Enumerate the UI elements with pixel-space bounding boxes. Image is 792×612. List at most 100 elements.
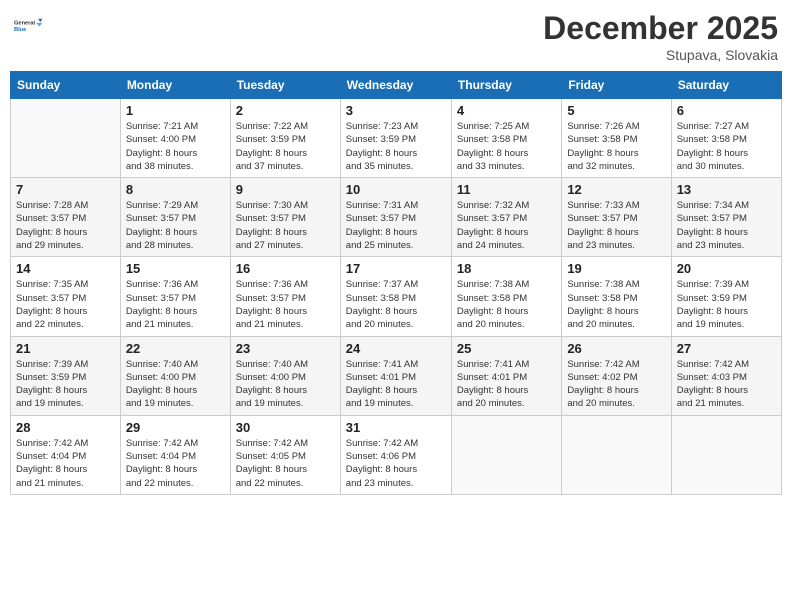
calendar-header-row: SundayMondayTuesdayWednesdayThursdayFrid… [11, 72, 782, 99]
page-header: GeneralBlue December 2025 Stupava, Slova… [10, 10, 782, 63]
calendar-cell: 4 Sunrise: 7:25 AM Sunset: 3:58 PM Daylig… [451, 99, 561, 178]
day-number: 27 [677, 341, 776, 356]
day-number: 8 [126, 182, 225, 197]
calendar-week-3: 14 Sunrise: 7:35 AM Sunset: 3:57 PM Dayli… [11, 257, 782, 336]
calendar-cell: 21 Sunrise: 7:39 AM Sunset: 3:59 PM Dayli… [11, 336, 121, 415]
calendar-cell: 30 Sunrise: 7:42 AM Sunset: 4:05 PM Dayli… [230, 415, 340, 494]
day-header-saturday: Saturday [671, 72, 781, 99]
day-number: 6 [677, 103, 776, 118]
day-number: 24 [346, 341, 446, 356]
day-info: Sunrise: 7:34 AM Sunset: 3:57 PM Dayligh… [677, 199, 776, 252]
calendar-cell: 29 Sunrise: 7:42 AM Sunset: 4:04 PM Dayli… [120, 415, 230, 494]
day-info: Sunrise: 7:42 AM Sunset: 4:04 PM Dayligh… [16, 437, 115, 490]
calendar-cell [451, 415, 561, 494]
day-number: 14 [16, 261, 115, 276]
day-number: 4 [457, 103, 556, 118]
day-number: 11 [457, 182, 556, 197]
calendar-cell: 18Sunrise: 7:38 AM Sunset: 3:58 PM Dayli… [451, 257, 561, 336]
day-number: 30 [236, 420, 335, 435]
day-number: 17 [346, 261, 446, 276]
location-subtitle: Stupava, Slovakia [543, 47, 778, 63]
day-header-sunday: Sunday [11, 72, 121, 99]
calendar-week-4: 21 Sunrise: 7:39 AM Sunset: 3:59 PM Dayli… [11, 336, 782, 415]
calendar-cell: 7 Sunrise: 7:28 AM Sunset: 3:57 PM Daylig… [11, 178, 121, 257]
calendar-cell: 11Sunrise: 7:32 AM Sunset: 3:57 PM Dayli… [451, 178, 561, 257]
day-info: Sunrise: 7:39 AM Sunset: 3:59 PM Dayligh… [16, 358, 115, 411]
calendar-cell [11, 99, 121, 178]
day-number: 25 [457, 341, 556, 356]
day-number: 3 [346, 103, 446, 118]
calendar-cell: 22 Sunrise: 7:40 AM Sunset: 4:00 PM Dayli… [120, 336, 230, 415]
calendar-cell: 1 Sunrise: 7:21 AM Sunset: 4:00 PM Daylig… [120, 99, 230, 178]
calendar-cell: 20Sunrise: 7:39 AM Sunset: 3:59 PM Dayli… [671, 257, 781, 336]
day-info: Sunrise: 7:38 AM Sunset: 3:58 PM Dayligh… [567, 278, 665, 331]
day-header-thursday: Thursday [451, 72, 561, 99]
calendar-cell [562, 415, 671, 494]
day-number: 28 [16, 420, 115, 435]
calendar-cell: 14 Sunrise: 7:35 AM Sunset: 3:57 PM Dayli… [11, 257, 121, 336]
calendar-cell [671, 415, 781, 494]
calendar-cell: 8 Sunrise: 7:29 AM Sunset: 3:57 PM Daylig… [120, 178, 230, 257]
calendar-cell: 15 Sunrise: 7:36 AM Sunset: 3:57 PM Dayli… [120, 257, 230, 336]
calendar-body: 1 Sunrise: 7:21 AM Sunset: 4:00 PM Daylig… [11, 99, 782, 495]
day-info: Sunrise: 7:21 AM Sunset: 4:00 PM Dayligh… [126, 120, 225, 173]
day-number: 18 [457, 261, 556, 276]
day-header-tuesday: Tuesday [230, 72, 340, 99]
day-info: Sunrise: 7:31 AM Sunset: 3:57 PM Dayligh… [346, 199, 446, 252]
day-info: Sunrise: 7:42 AM Sunset: 4:04 PM Dayligh… [126, 437, 225, 490]
day-number: 26 [567, 341, 665, 356]
calendar-cell: 28 Sunrise: 7:42 AM Sunset: 4:04 PM Dayli… [11, 415, 121, 494]
day-number: 31 [346, 420, 446, 435]
day-number: 16 [236, 261, 335, 276]
month-title: December 2025 [543, 10, 778, 47]
day-number: 5 [567, 103, 665, 118]
calendar-week-2: 7 Sunrise: 7:28 AM Sunset: 3:57 PM Daylig… [11, 178, 782, 257]
day-number: 20 [677, 261, 776, 276]
day-info: Sunrise: 7:36 AM Sunset: 3:57 PM Dayligh… [126, 278, 225, 331]
day-info: Sunrise: 7:30 AM Sunset: 3:57 PM Dayligh… [236, 199, 335, 252]
calendar-cell: 26Sunrise: 7:42 AM Sunset: 4:02 PM Dayli… [562, 336, 671, 415]
calendar-cell: 27 Sunrise: 7:42 AM Sunset: 4:03 PM Dayli… [671, 336, 781, 415]
day-number: 23 [236, 341, 335, 356]
day-number: 21 [16, 341, 115, 356]
calendar-week-1: 1 Sunrise: 7:21 AM Sunset: 4:00 PM Daylig… [11, 99, 782, 178]
day-info: Sunrise: 7:28 AM Sunset: 3:57 PM Dayligh… [16, 199, 115, 252]
calendar-cell: 31 Sunrise: 7:42 AM Sunset: 4:06 PM Dayli… [340, 415, 451, 494]
calendar-cell: 24Sunrise: 7:41 AM Sunset: 4:01 PM Dayli… [340, 336, 451, 415]
day-info: Sunrise: 7:22 AM Sunset: 3:59 PM Dayligh… [236, 120, 335, 173]
day-number: 1 [126, 103, 225, 118]
day-info: Sunrise: 7:26 AM Sunset: 3:58 PM Dayligh… [567, 120, 665, 173]
day-info: Sunrise: 7:23 AM Sunset: 3:59 PM Dayligh… [346, 120, 446, 173]
calendar-cell: 10 Sunrise: 7:31 AM Sunset: 3:57 PM Dayli… [340, 178, 451, 257]
calendar-cell: 23 Sunrise: 7:40 AM Sunset: 4:00 PM Dayli… [230, 336, 340, 415]
day-number: 2 [236, 103, 335, 118]
calendar-cell: 3 Sunrise: 7:23 AM Sunset: 3:59 PM Daylig… [340, 99, 451, 178]
day-info: Sunrise: 7:29 AM Sunset: 3:57 PM Dayligh… [126, 199, 225, 252]
calendar-cell: 2 Sunrise: 7:22 AM Sunset: 3:59 PM Daylig… [230, 99, 340, 178]
day-info: Sunrise: 7:41 AM Sunset: 4:01 PM Dayligh… [457, 358, 556, 411]
day-number: 10 [346, 182, 446, 197]
day-info: Sunrise: 7:35 AM Sunset: 3:57 PM Dayligh… [16, 278, 115, 331]
calendar-cell: 9 Sunrise: 7:30 AM Sunset: 3:57 PM Daylig… [230, 178, 340, 257]
calendar-week-5: 28 Sunrise: 7:42 AM Sunset: 4:04 PM Dayli… [11, 415, 782, 494]
svg-text:Blue: Blue [14, 27, 26, 33]
day-header-wednesday: Wednesday [340, 72, 451, 99]
day-number: 9 [236, 182, 335, 197]
calendar-cell: 17 Sunrise: 7:37 AM Sunset: 3:58 PM Dayli… [340, 257, 451, 336]
day-info: Sunrise: 7:25 AM Sunset: 3:58 PM Dayligh… [457, 120, 556, 173]
calendar-table: SundayMondayTuesdayWednesdayThursdayFrid… [10, 71, 782, 495]
calendar-cell: 12Sunrise: 7:33 AM Sunset: 3:57 PM Dayli… [562, 178, 671, 257]
day-number: 7 [16, 182, 115, 197]
day-info: Sunrise: 7:40 AM Sunset: 4:00 PM Dayligh… [126, 358, 225, 411]
day-number: 22 [126, 341, 225, 356]
day-info: Sunrise: 7:42 AM Sunset: 4:06 PM Dayligh… [346, 437, 446, 490]
day-info: Sunrise: 7:40 AM Sunset: 4:00 PM Dayligh… [236, 358, 335, 411]
calendar-cell: 25 Sunrise: 7:41 AM Sunset: 4:01 PM Dayli… [451, 336, 561, 415]
day-number: 15 [126, 261, 225, 276]
day-info: Sunrise: 7:42 AM Sunset: 4:03 PM Dayligh… [677, 358, 776, 411]
day-info: Sunrise: 7:42 AM Sunset: 4:05 PM Dayligh… [236, 437, 335, 490]
day-number: 29 [126, 420, 225, 435]
day-info: Sunrise: 7:37 AM Sunset: 3:58 PM Dayligh… [346, 278, 446, 331]
calendar-cell: 19Sunrise: 7:38 AM Sunset: 3:58 PM Dayli… [562, 257, 671, 336]
day-info: Sunrise: 7:33 AM Sunset: 3:57 PM Dayligh… [567, 199, 665, 252]
